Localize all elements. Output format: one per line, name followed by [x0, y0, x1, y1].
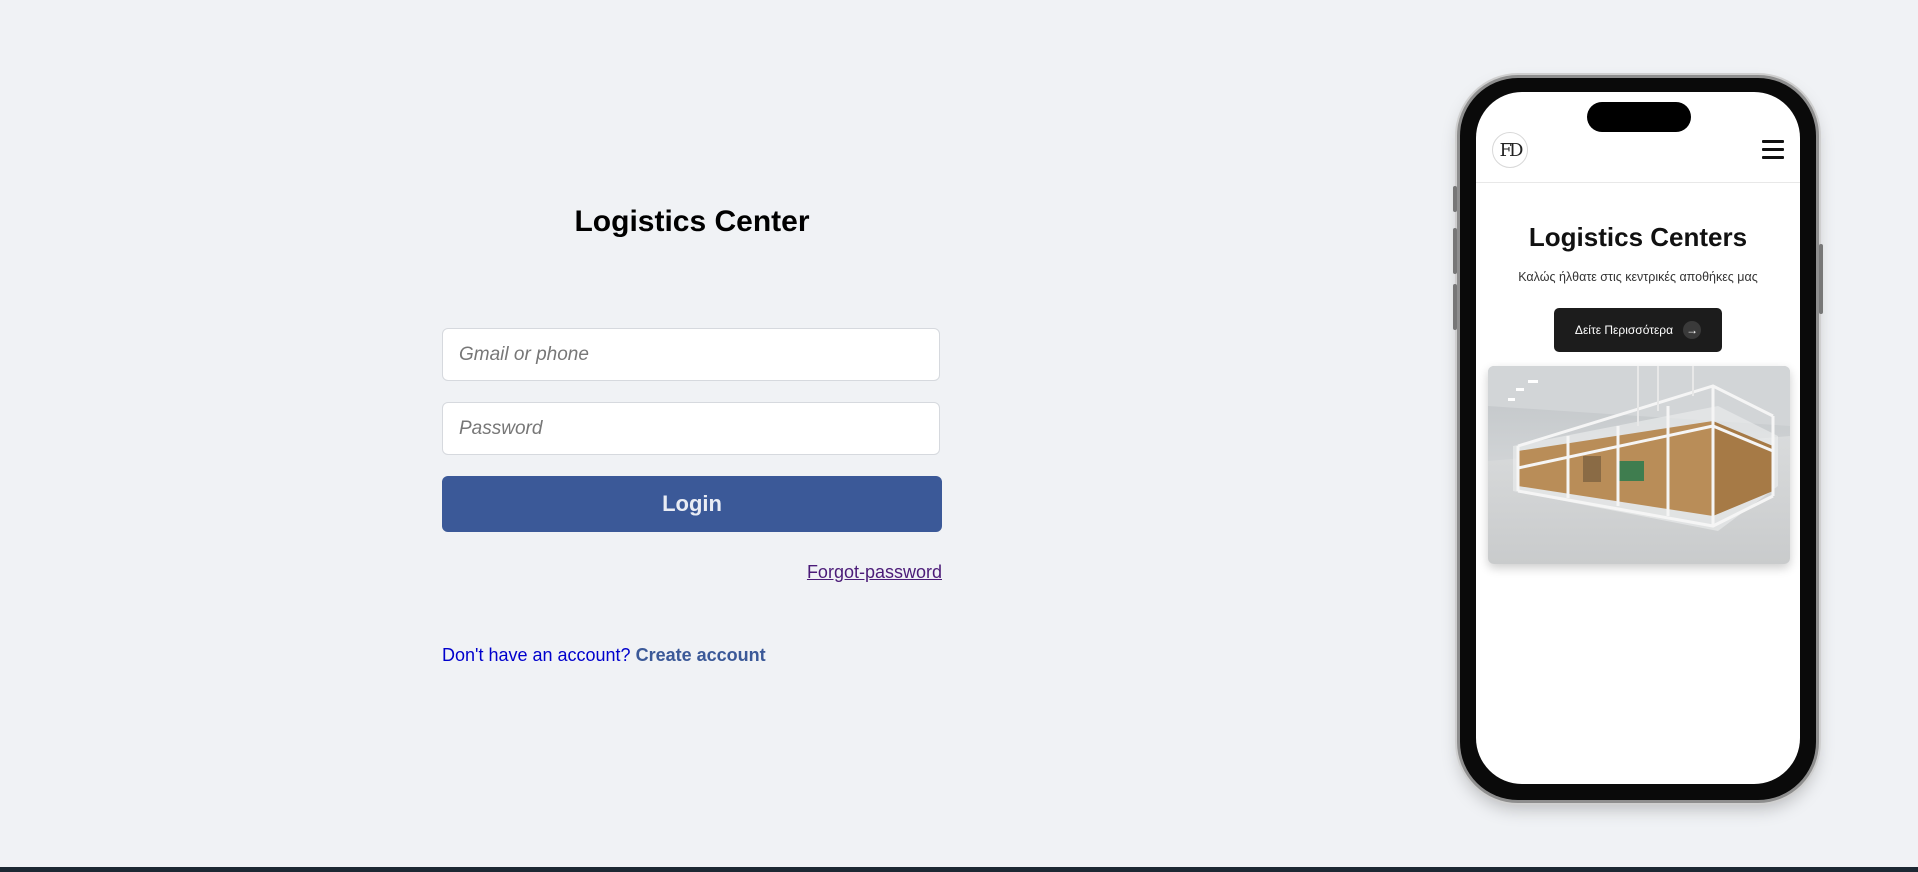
- phone-screen: FD Logistics Centers Καλώς ήλθατε στις κ…: [1476, 92, 1800, 784]
- login-button[interactable]: Login: [442, 476, 942, 532]
- phone-volume-up-button: [1453, 228, 1457, 274]
- hamburger-menu-icon[interactable]: [1762, 140, 1784, 160]
- signup-prompt: Don't have an account?: [442, 645, 631, 665]
- phone-hero-title: Logistics Centers: [1528, 222, 1748, 252]
- forgot-password-link[interactable]: Forgot-password: [807, 562, 942, 583]
- signup-row: Don't have an account? Create account: [442, 645, 766, 666]
- dynamic-island: [1587, 102, 1691, 132]
- footer-bar: [0, 867, 1918, 872]
- create-account-link[interactable]: Create account: [636, 645, 766, 665]
- email-or-phone-input[interactable]: [442, 328, 940, 381]
- see-more-label: Δείτε Περισσότερα: [1574, 323, 1674, 337]
- password-input[interactable]: [442, 402, 940, 455]
- warehouse-image: [1488, 366, 1790, 564]
- see-more-button[interactable]: Δείτε Περισσότερα →: [1554, 308, 1722, 352]
- page-title: Logistics Center: [574, 205, 810, 238]
- phone-power-button: [1819, 244, 1823, 314]
- phone-side-button: [1453, 186, 1457, 212]
- brand-logo[interactable]: FD: [1492, 132, 1528, 168]
- phone-volume-down-button: [1453, 284, 1457, 330]
- phone-hero-subtitle: Καλώς ήλθατε στις κεντρικές αποθήκες μας: [1518, 270, 1758, 284]
- arrow-right-icon: →: [1683, 321, 1702, 339]
- phone-mockup: FD Logistics Centers Καλώς ήλθατε στις κ…: [1453, 78, 1823, 800]
